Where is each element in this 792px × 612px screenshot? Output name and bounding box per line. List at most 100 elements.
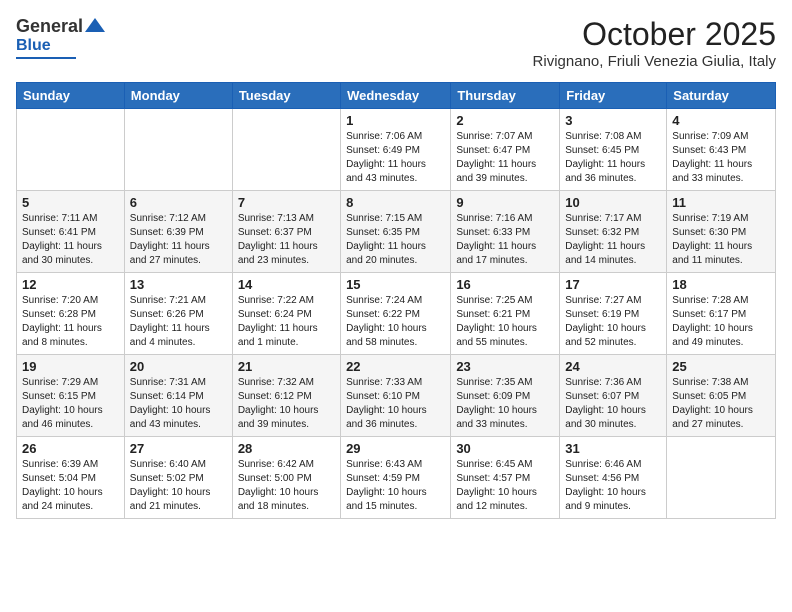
calendar-cell: 6 Sunrise: 7:12 AM Sunset: 6:39 PM Daylig… (124, 191, 232, 273)
day-info: Sunrise: 7:07 AM Sunset: 6:47 PM Dayligh… (456, 130, 554, 186)
calendar-cell: 23 Sunrise: 7:35 AM Sunset: 6:09 PM Dayli… (451, 355, 560, 437)
day-info: Sunrise: 7:29 AM Sunset: 6:15 PM Dayligh… (22, 376, 119, 432)
calendar-cell: 27 Sunrise: 6:40 AM Sunset: 5:02 PM Dayli… (124, 437, 232, 519)
day-info: Sunrise: 7:31 AM Sunset: 6:14 PM Dayligh… (130, 376, 227, 432)
location-text: Rivignano, Friuli Venezia Giulia, Italy (533, 53, 776, 70)
calendar-cell: 11Sunrise: 7:19 AM Sunset: 6:30 PM Dayli… (667, 191, 776, 273)
calendar-cell (667, 437, 776, 519)
day-info: Sunrise: 7:35 AM Sunset: 6:09 PM Dayligh… (456, 376, 554, 432)
day-info: Sunrise: 7:15 AM Sunset: 6:35 PM Dayligh… (346, 212, 445, 268)
day-number: 27 (130, 441, 227, 456)
day-number: 13 (130, 277, 227, 292)
week-row-4: 19 Sunrise: 7:29 AM Sunset: 6:15 PM Dayli… (17, 355, 776, 437)
week-row-5: 26 Sunrise: 6:39 AM Sunset: 5:04 PM Dayli… (17, 437, 776, 519)
day-info: Sunrise: 7:06 AM Sunset: 6:49 PM Dayligh… (346, 130, 445, 186)
calendar-cell: 12Sunrise: 7:20 AM Sunset: 6:28 PM Dayli… (17, 273, 125, 355)
day-info: Sunrise: 7:13 AM Sunset: 6:37 PM Dayligh… (238, 212, 335, 268)
calendar-cell: 13Sunrise: 7:21 AM Sunset: 6:26 PM Dayli… (124, 273, 232, 355)
day-info: Sunrise: 7:11 AM Sunset: 6:41 PM Dayligh… (22, 212, 119, 268)
day-info: Sunrise: 7:09 AM Sunset: 6:43 PM Dayligh… (672, 130, 770, 186)
calendar-cell: 30Sunrise: 6:45 AM Sunset: 4:57 PM Dayli… (451, 437, 560, 519)
calendar-cell (17, 109, 125, 191)
day-number: 6 (130, 195, 227, 210)
calendar-cell (124, 109, 232, 191)
logo-general-text: General (16, 16, 83, 37)
day-info: Sunrise: 7:08 AM Sunset: 6:45 PM Dayligh… (565, 130, 661, 186)
day-number: 20 (130, 359, 227, 374)
day-info: Sunrise: 7:25 AM Sunset: 6:21 PM Dayligh… (456, 294, 554, 350)
day-number: 28 (238, 441, 335, 456)
day-number: 14 (238, 277, 335, 292)
calendar-cell: 29Sunrise: 6:43 AM Sunset: 4:59 PM Dayli… (341, 437, 451, 519)
weekday-header-row: SundayMondayTuesdayWednesdayThursdayFrid… (17, 83, 776, 109)
calendar-cell (232, 109, 340, 191)
day-info: Sunrise: 7:36 AM Sunset: 6:07 PM Dayligh… (565, 376, 661, 432)
day-number: 17 (565, 277, 661, 292)
day-info: Sunrise: 7:17 AM Sunset: 6:32 PM Dayligh… (565, 212, 661, 268)
day-number: 16 (456, 277, 554, 292)
calendar-table: SundayMondayTuesdayWednesdayThursdayFrid… (16, 82, 776, 519)
day-number: 4 (672, 113, 770, 128)
calendar-cell: 22 Sunrise: 7:33 AM Sunset: 6:10 PM Dayli… (341, 355, 451, 437)
calendar-cell: 20 Sunrise: 7:31 AM Sunset: 6:14 PM Dayli… (124, 355, 232, 437)
weekday-header-wednesday: Wednesday (341, 83, 451, 109)
day-info: Sunrise: 6:40 AM Sunset: 5:02 PM Dayligh… (130, 458, 227, 514)
title-section: October 2025 Rivignano, Friuli Venezia G… (533, 16, 776, 70)
calendar-cell: 17 Sunrise: 7:27 AM Sunset: 6:19 PM Dayli… (560, 273, 667, 355)
calendar-cell: 25 Sunrise: 7:38 AM Sunset: 6:05 PM Dayli… (667, 355, 776, 437)
calendar-cell: 8 Sunrise: 7:15 AM Sunset: 6:35 PM Daylig… (341, 191, 451, 273)
calendar-cell: 31Sunrise: 6:46 AM Sunset: 4:56 PM Dayli… (560, 437, 667, 519)
calendar-cell: 28Sunrise: 6:42 AM Sunset: 5:00 PM Dayli… (232, 437, 340, 519)
day-info: Sunrise: 6:43 AM Sunset: 4:59 PM Dayligh… (346, 458, 445, 514)
day-info: Sunrise: 7:20 AM Sunset: 6:28 PM Dayligh… (22, 294, 119, 350)
day-info: Sunrise: 6:39 AM Sunset: 5:04 PM Dayligh… (22, 458, 119, 514)
day-number: 23 (456, 359, 554, 374)
weekday-header-monday: Monday (124, 83, 232, 109)
month-title: October 2025 (533, 16, 776, 53)
day-info: Sunrise: 7:24 AM Sunset: 6:22 PM Dayligh… (346, 294, 445, 350)
logo: General Blue (16, 16, 105, 59)
weekday-header-tuesday: Tuesday (232, 83, 340, 109)
day-number: 25 (672, 359, 770, 374)
day-info: Sunrise: 6:45 AM Sunset: 4:57 PM Dayligh… (456, 458, 554, 514)
day-info: Sunrise: 7:28 AM Sunset: 6:17 PM Dayligh… (672, 294, 770, 350)
day-info: Sunrise: 7:32 AM Sunset: 6:12 PM Dayligh… (238, 376, 335, 432)
weekday-header-thursday: Thursday (451, 83, 560, 109)
day-info: Sunrise: 7:38 AM Sunset: 6:05 PM Dayligh… (672, 376, 770, 432)
logo-blue-text: Blue (16, 37, 51, 55)
day-info: Sunrise: 7:22 AM Sunset: 6:24 PM Dayligh… (238, 294, 335, 350)
calendar-cell: 14 Sunrise: 7:22 AM Sunset: 6:24 PM Dayli… (232, 273, 340, 355)
week-row-1: 1 Sunrise: 7:06 AM Sunset: 6:49 PM Daylig… (17, 109, 776, 191)
day-number: 19 (22, 359, 119, 374)
page-header: General Blue October 2025 Rivignano, Fri… (16, 16, 776, 70)
day-number: 1 (346, 113, 445, 128)
day-info: Sunrise: 7:16 AM Sunset: 6:33 PM Dayligh… (456, 212, 554, 268)
day-info: Sunrise: 7:33 AM Sunset: 6:10 PM Dayligh… (346, 376, 445, 432)
week-row-2: 5 Sunrise: 7:11 AM Sunset: 6:41 PM Daylig… (17, 191, 776, 273)
calendar-cell: 26 Sunrise: 6:39 AM Sunset: 5:04 PM Dayli… (17, 437, 125, 519)
weekday-header-saturday: Saturday (667, 83, 776, 109)
day-number: 8 (346, 195, 445, 210)
day-number: 5 (22, 195, 119, 210)
day-number: 7 (238, 195, 335, 210)
calendar-cell: 10 Sunrise: 7:17 AM Sunset: 6:32 PM Dayli… (560, 191, 667, 273)
calendar-cell: 24Sunrise: 7:36 AM Sunset: 6:07 PM Dayli… (560, 355, 667, 437)
day-number: 2 (456, 113, 554, 128)
logo-triangle-icon (85, 18, 105, 32)
day-info: Sunrise: 7:19 AM Sunset: 6:30 PM Dayligh… (672, 212, 770, 268)
calendar-cell: 3 Sunrise: 7:08 AM Sunset: 6:45 PM Daylig… (560, 109, 667, 191)
day-info: Sunrise: 7:27 AM Sunset: 6:19 PM Dayligh… (565, 294, 661, 350)
day-info: Sunrise: 6:46 AM Sunset: 4:56 PM Dayligh… (565, 458, 661, 514)
day-info: Sunrise: 7:12 AM Sunset: 6:39 PM Dayligh… (130, 212, 227, 268)
day-number: 3 (565, 113, 661, 128)
day-number: 10 (565, 195, 661, 210)
day-number: 18 (672, 277, 770, 292)
day-number: 15 (346, 277, 445, 292)
day-number: 22 (346, 359, 445, 374)
calendar-cell: 1 Sunrise: 7:06 AM Sunset: 6:49 PM Daylig… (341, 109, 451, 191)
weekday-header-friday: Friday (560, 83, 667, 109)
calendar-cell: 9 Sunrise: 7:16 AM Sunset: 6:33 PM Daylig… (451, 191, 560, 273)
day-number: 21 (238, 359, 335, 374)
day-number: 9 (456, 195, 554, 210)
day-number: 26 (22, 441, 119, 456)
